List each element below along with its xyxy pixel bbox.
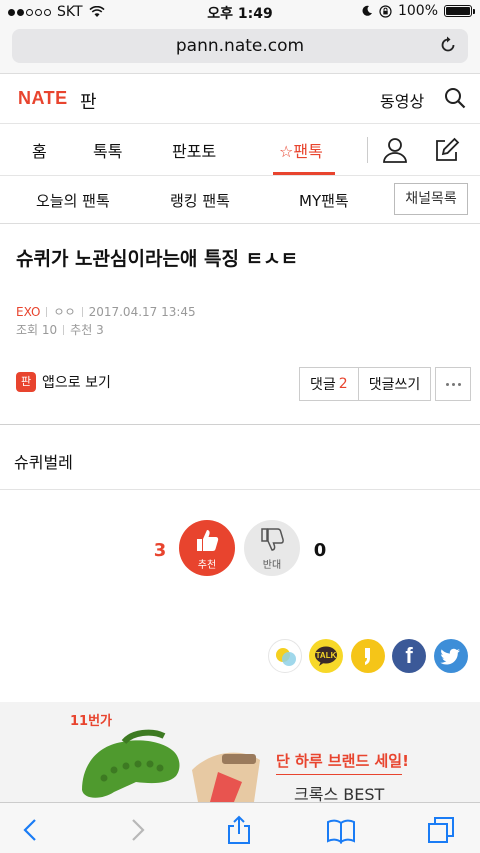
comment-actions: 댓글 2 댓글쓰기 (299, 367, 472, 401)
recommend-count: 추천 3 (70, 323, 104, 337)
active-tab-indicator (273, 172, 335, 175)
facebook-icon: f (405, 643, 413, 668)
view-count: 조회 10 (16, 323, 58, 337)
back-icon[interactable] (16, 815, 46, 845)
upvote-button[interactable]: 추천 (179, 520, 235, 576)
tabs-icon[interactable] (426, 815, 456, 845)
share-icon[interactable] (224, 815, 254, 845)
more-options-button[interactable] (435, 367, 472, 401)
thumbs-down-icon (261, 528, 284, 551)
author-name: ㅇㅇ (53, 305, 76, 319)
nav-divider (367, 137, 368, 163)
tab-pann-photo[interactable]: 판포토 (172, 138, 216, 162)
comments-label: 댓글 (310, 377, 336, 393)
article-stats: 조회 10 추천 3 (16, 321, 104, 338)
rotation-lock-icon (379, 4, 392, 18)
article-meta: EXO ㅇㅇ 2017.04.17 13:45 (16, 303, 196, 320)
video-link[interactable]: 동영상 (380, 88, 424, 112)
kakaostory-icon (365, 648, 370, 665)
ad-banner[interactable]: 11번가 단 하루 브랜드 세일! 크록스 BEST (0, 702, 480, 802)
twitter-icon (440, 648, 460, 665)
nate-logo[interactable]: NATE (18, 88, 68, 109)
user-icon[interactable] (382, 137, 408, 163)
downvote-count: 0 (313, 540, 327, 561)
meta-divider (81, 306, 83, 317)
subnav-ranking-fantalk[interactable]: 랭킹 팬톡 (170, 190, 230, 211)
share-nate-talk-button[interactable] (268, 639, 302, 673)
main-nav: 홈 톡톡 판포토 ☆팬톡 (0, 124, 480, 176)
share-kakaotalk-button[interactable]: TALK (309, 639, 343, 673)
write-comment-button[interactable]: 댓글쓰기 (357, 367, 432, 401)
thumbs-up-icon (197, 530, 219, 551)
address-bar[interactable]: pann.nate.com (12, 29, 468, 63)
pann-app-icon: 판 (16, 372, 36, 392)
article-body: 슈퀴벌레 (14, 453, 73, 472)
upvote-count: 3 (153, 540, 167, 561)
svg-text:TALK: TALK (316, 651, 337, 660)
tab-fantalk[interactable]: ☆팬톡 (279, 138, 323, 162)
ad-subline: 크록스 BEST (294, 785, 385, 802)
channel-list-button[interactable]: 채널목록 (394, 183, 468, 215)
ad-headline: 단 하루 브랜드 세일! (276, 752, 409, 770)
status-bar: SKT 오후 1:49 100% (0, 0, 480, 24)
upvote-label: 추천 (197, 560, 217, 571)
comments-button[interactable]: 댓글 2 (299, 367, 359, 401)
browser-address-area: pann.nate.com (0, 24, 480, 74)
subnav-my-fantalk[interactable]: MY팬톡 (299, 190, 349, 211)
meta-divider (46, 306, 48, 317)
post-date: 2017.04.17 13:45 (88, 304, 196, 319)
search-icon[interactable] (444, 87, 466, 109)
browser-toolbar (0, 802, 480, 853)
write-icon[interactable] (434, 137, 460, 163)
open-in-app-link[interactable]: 판 앱으로 보기 (16, 372, 111, 392)
tab-home[interactable]: 홈 (32, 138, 47, 162)
share-facebook-button[interactable]: f (392, 639, 426, 673)
article-title: 슈퀴가 노관심이라는애 특징 ㅌㅅㅌ (16, 248, 299, 270)
subnav-today-fantalk[interactable]: 오늘의 팬톡 (36, 190, 110, 211)
ad-headline-underline (276, 774, 402, 775)
nate-talk-icon (276, 648, 296, 666)
bookmarks-icon[interactable] (326, 815, 356, 845)
battery-icon (444, 5, 475, 17)
sub-nav: 오늘의 팬톡 랭킹 팬톡 MY팬톡 채널목록 (0, 176, 480, 224)
site-header: NATE 판 동영상 (0, 74, 480, 124)
category-link[interactable]: EXO (16, 305, 40, 319)
forward-icon[interactable] (122, 815, 152, 845)
meta-divider (63, 324, 65, 335)
kakaotalk-icon: TALK (315, 646, 337, 666)
pann-logo[interactable]: 판 (80, 88, 97, 114)
moon-icon (362, 5, 372, 16)
open-in-app-label: 앱으로 보기 (42, 375, 111, 391)
share-kakaostory-button[interactable] (351, 639, 385, 673)
content-divider (0, 489, 480, 490)
tab-toktok[interactable]: 톡톡 (93, 138, 122, 162)
more-icon (445, 382, 461, 386)
downvote-label: 반대 (262, 560, 282, 571)
ad-product-image (82, 729, 260, 802)
comment-count: 2 (338, 376, 348, 392)
share-twitter-button[interactable] (434, 639, 468, 673)
downvote-button[interactable]: 반대 (244, 520, 300, 576)
battery-percent: 100% (397, 3, 438, 19)
content-divider (0, 424, 480, 425)
url-text[interactable]: pann.nate.com (12, 36, 468, 56)
reload-icon[interactable] (438, 35, 458, 55)
